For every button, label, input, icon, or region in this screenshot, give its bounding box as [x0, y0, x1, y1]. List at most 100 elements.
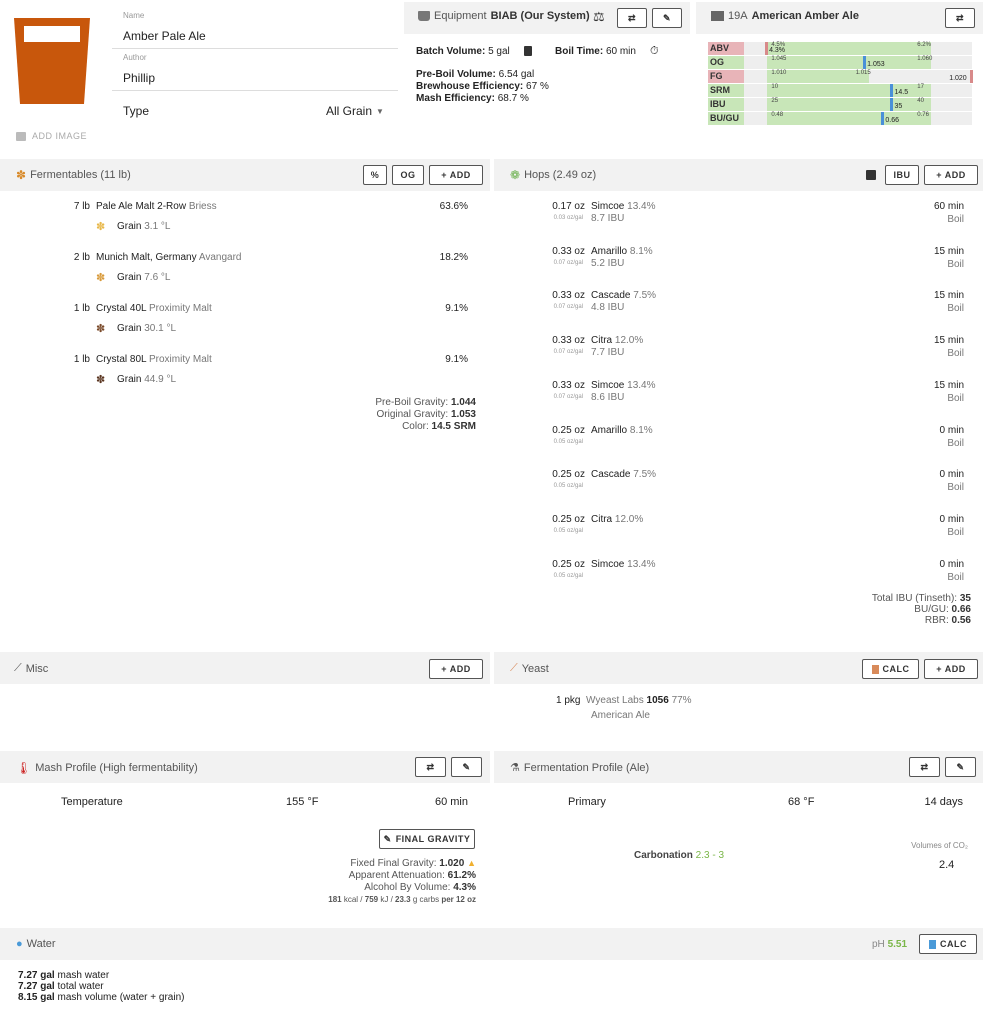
hop-row[interactable]: 0.25 oz 0.05 oz/gal Cascade 7.5% 0 min Boil: [494, 469, 983, 505]
style-value-marker: [862, 56, 866, 69]
fermentable-percent: 9.1%: [445, 303, 468, 314]
calculator-icon[interactable]: [524, 46, 532, 56]
style-row-label: IBU: [708, 98, 744, 111]
hop-name: Amarillo 8.1%: [591, 424, 653, 436]
percent-button[interactable]: %: [363, 165, 387, 185]
style-value: 0.66: [885, 117, 899, 124]
calculator-icon: [871, 664, 879, 674]
fermentation-step-name[interactable]: Primary: [568, 796, 606, 808]
og-button[interactable]: OG: [392, 165, 424, 185]
misc-header: [0, 652, 490, 684]
change-style-button[interactable]: ⇄: [945, 8, 975, 28]
book-icon: [711, 11, 724, 21]
hop-use: Boil: [947, 526, 964, 538]
carbonation: Carbonation 2.3 - 3: [634, 850, 725, 861]
pot-icon: [418, 11, 430, 21]
boil-time: Boil Time: 60 min: [555, 46, 636, 57]
hop-ibu: 8.6 IBU: [591, 391, 625, 403]
ibu-button[interactable]: IBU: [885, 165, 919, 185]
hop-name: Simcoe 13.4%: [591, 558, 656, 570]
fermentable-kind: Grain 44.9 °L: [117, 374, 177, 385]
style-range-high: 40: [917, 98, 924, 104]
add-hop-button[interactable]: + ADD: [924, 165, 978, 185]
yeast-item[interactable]: 1 pkg Wyeast Labs 1056 77%: [556, 695, 692, 706]
author-input[interactable]: Phillip: [123, 71, 155, 85]
hop-name: Cascade 7.5%: [591, 469, 657, 481]
hop-ibu: 4.8 IBU: [591, 302, 625, 314]
style-range-high: 1.060: [917, 56, 933, 62]
hop-row[interactable]: 0.25 oz 0.05 oz/gal Amarillo 8.1% 0 min Boil: [494, 425, 983, 461]
style-range-high: 0.76: [917, 112, 929, 118]
fermentable-amount: 7 lb: [73, 201, 90, 212]
hop-time: 0 min: [939, 469, 964, 481]
hop-use: Boil: [947, 392, 964, 404]
swap-fermentation-button[interactable]: ⇄: [909, 757, 940, 777]
volumes-co2-input[interactable]: 2.4: [939, 859, 954, 871]
edit-equipment-button[interactable]: ✎: [652, 8, 682, 28]
test-tube-icon: ⟋: [510, 662, 518, 674]
hop-name: Citra 12.0%: [591, 513, 644, 525]
hop-row[interactable]: 0.33 oz 0.07 oz/gal Citra 12.0% 7.7 IBU 15 m…: [494, 335, 983, 371]
edit-fermentation-button[interactable]: ✎: [945, 757, 976, 777]
final-gravity-button[interactable]: ✎ FINAL GRAVITY: [379, 829, 475, 849]
hop-time: 15 min: [933, 245, 964, 257]
timer-icon[interactable]: ⏱: [650, 45, 659, 58]
fermentable-name: Pale Ale Malt 2-Row Briess: [96, 201, 217, 212]
scale-icon[interactable]: ⚖: [593, 9, 605, 25]
style-row-track: 1.010 1.015 1.020: [744, 70, 973, 83]
hop-row[interactable]: 0.17 oz 0.03 oz/gal Simcoe 13.4% 8.7 IBU 60 …: [494, 201, 983, 237]
hop-row[interactable]: 0.25 oz 0.05 oz/gal Simcoe 13.4% 0 min Boil: [494, 559, 983, 595]
swap-mash-button[interactable]: ⇄: [415, 757, 446, 777]
thermometer-icon: 🌡: [16, 761, 32, 775]
hop-ibu: 5.2 IBU: [591, 257, 625, 269]
add-misc-button[interactable]: + ADD: [429, 659, 483, 679]
yeast-calc-button[interactable]: CALC: [862, 659, 919, 679]
hop-rate: 0.07 oz/gal: [553, 349, 583, 356]
add-yeast-button[interactable]: + ADD: [924, 659, 978, 679]
hop-ibu: 8.7 IBU: [591, 213, 625, 224]
fermentable-name: Crystal 80L Proximity Malt: [96, 354, 212, 365]
mash-step-name[interactable]: Temperature: [61, 796, 123, 808]
spoon-icon: ⟋: [14, 662, 22, 674]
pencil-icon: ✎: [956, 761, 965, 772]
hops-summary: Total IBU (Tinseth): 35 BU/GU: 0.66 RBR:…: [871, 593, 971, 626]
add-image-button[interactable]: ADD IMAGE: [16, 131, 87, 141]
type-select[interactable]: All Grain ▼: [326, 104, 384, 118]
fermentables-summary: Pre-Boil Gravity: 1.044 Original Gravity…: [375, 397, 476, 432]
hop-time: 15 min: [933, 379, 964, 391]
hop-use: Boil: [947, 258, 964, 270]
fermentable-row[interactable]: 2 lb Munich Malt, Germany Avangard ✽ Grain …: [0, 252, 490, 292]
hop-row[interactable]: 0.33 oz 0.07 oz/gal Simcoe 13.4% 8.6 IBU 15 …: [494, 380, 983, 416]
yeast-name: American Ale: [591, 710, 650, 721]
hop-row[interactable]: 0.33 oz 0.07 oz/gal Cascade 7.5% 4.8 IBU 15 …: [494, 290, 983, 326]
warning-icon: ▲: [467, 858, 476, 868]
fermentable-percent: 63.6%: [439, 201, 468, 212]
style-value-marker: [889, 84, 893, 97]
fermentable-row[interactable]: 1 lb Crystal 40L Proximity Malt ✽ Grain 30.…: [0, 303, 490, 343]
water-calc-button[interactable]: CALC: [919, 934, 977, 954]
mash-efficiency: Mash Efficiency: 68.7 %: [416, 93, 529, 104]
style-row-track: 0.48 0.76 0.66: [744, 112, 972, 125]
style-value: 1.053: [867, 61, 885, 68]
hop-use: Boil: [947, 571, 964, 583]
hop-amount: 0.17 oz: [552, 201, 585, 212]
hop-rate: 0.05 oz/gal: [553, 572, 583, 579]
style-row-label: FG: [708, 70, 744, 83]
hop-row[interactable]: 0.25 oz 0.05 oz/gal Citra 12.0% 0 min Boil: [494, 514, 983, 550]
fermentable-row[interactable]: 7 lb Pale Ale Malt 2-Row Briess ✽ Grain 3.1…: [0, 201, 490, 241]
beer-glass-icon: [14, 18, 90, 104]
notes-icon[interactable]: [866, 170, 876, 180]
style-row-track: 25 40 35: [744, 98, 972, 111]
hop-time: 15 min: [933, 335, 964, 347]
hop-icon: ❁: [510, 168, 521, 182]
recipe-name-input[interactable]: Amber Pale Ale: [123, 29, 206, 43]
add-fermentable-button[interactable]: + ADD: [429, 165, 483, 185]
swap-equipment-button[interactable]: ⇄: [617, 8, 647, 28]
hop-row[interactable]: 0.33 oz 0.07 oz/gal Amarillo 8.1% 5.2 IBU 15…: [494, 246, 983, 282]
style-value: 1.020: [949, 75, 967, 82]
hop-rate: 0.05 oz/gal: [553, 527, 583, 534]
style-row-label: BU/GU: [708, 112, 744, 125]
fermentable-row[interactable]: 1 lb Crystal 80L Proximity Malt ✽ Grain 44.…: [0, 354, 490, 394]
edit-mash-button[interactable]: ✎: [451, 757, 482, 777]
style-row-track: 4.5% 6.2% 4.3%: [744, 42, 972, 55]
